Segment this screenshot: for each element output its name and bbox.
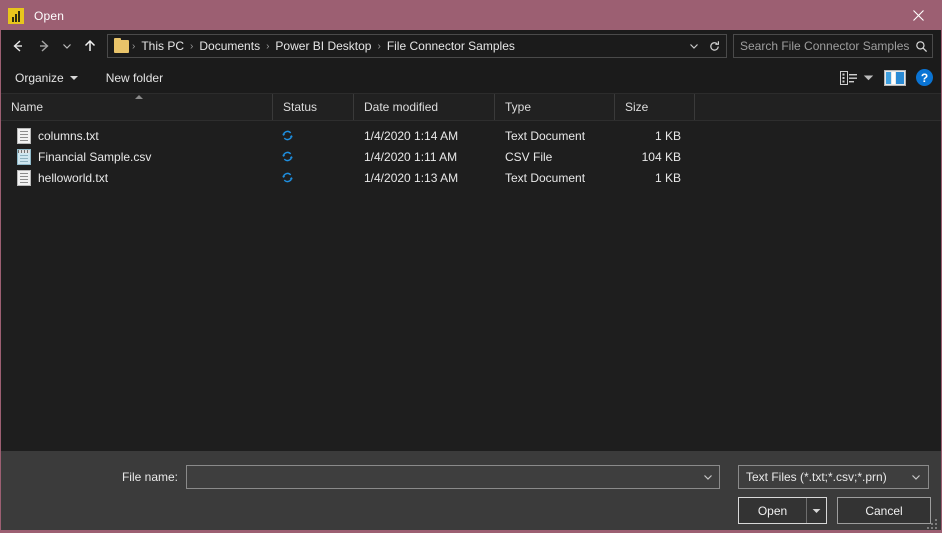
breadcrumb-item-file-connector-samples[interactable]: File Connector Samples xyxy=(382,35,520,57)
file-type-filter-select[interactable]: Text Files (*.txt;*.csv;*.prn) xyxy=(738,465,929,489)
dialog-footer: File name: Text Files (*.txt;*.csv;*.prn… xyxy=(1,451,941,532)
close-icon[interactable] xyxy=(895,1,941,30)
preview-pane-icon xyxy=(884,69,906,86)
open-dropdown-button[interactable] xyxy=(806,498,826,523)
view-options-button[interactable] xyxy=(840,70,874,85)
column-header-filler xyxy=(695,94,941,120)
column-header-name[interactable]: Name xyxy=(1,94,273,120)
csv-file-icon xyxy=(17,148,31,165)
help-button[interactable]: ? xyxy=(916,69,933,86)
preview-pane-button[interactable] xyxy=(884,69,906,86)
view-options-icon xyxy=(840,70,857,85)
new-folder-button[interactable]: New folder xyxy=(106,66,173,90)
sort-ascending-icon xyxy=(135,95,143,99)
up-arrow-icon[interactable] xyxy=(77,33,103,59)
file-type-cell: Text Document xyxy=(505,128,586,143)
text-file-icon xyxy=(17,127,31,144)
open-button[interactable]: Open xyxy=(738,497,827,524)
table-row[interactable]: columns.txt 1/4/2020 1:14 AM Text Docume… xyxy=(1,125,941,146)
column-header-date-modified[interactable]: Date modified xyxy=(354,94,495,120)
refresh-icon[interactable] xyxy=(704,35,724,57)
cancel-button[interactable]: Cancel xyxy=(837,497,931,524)
window-bottom-border xyxy=(1,530,941,532)
file-name-cell[interactable]: helloworld.txt xyxy=(1,169,273,186)
file-name-label: helloworld.txt xyxy=(38,170,109,185)
search-icon[interactable] xyxy=(915,40,928,53)
file-name-label: Financial Sample.csv xyxy=(38,149,152,164)
column-header-label: Size xyxy=(625,100,649,114)
recent-locations-chevron-icon[interactable] xyxy=(57,33,77,59)
column-header-type[interactable]: Type xyxy=(495,94,615,120)
chevron-down-icon xyxy=(69,75,78,80)
breadcrumb-item-power-bi-desktop[interactable]: Power BI Desktop xyxy=(270,35,376,57)
file-date-cell: 1/4/2020 1:14 AM xyxy=(364,128,459,143)
resize-grip[interactable] xyxy=(927,519,937,529)
table-row[interactable]: Financial Sample.csv 1/4/2020 1:11 AM CS… xyxy=(1,146,941,167)
file-name-cell[interactable]: Financial Sample.csv xyxy=(1,148,273,165)
back-arrow-icon[interactable] xyxy=(5,33,31,59)
file-size-cell: 104 KB xyxy=(641,149,681,164)
file-type-cell: CSV File xyxy=(505,149,553,164)
window-title: Open xyxy=(34,8,65,23)
column-header-label: Date modified xyxy=(364,100,439,114)
chevron-down-icon[interactable] xyxy=(910,471,925,483)
onedrive-sync-icon xyxy=(281,129,294,142)
file-size-cell: 1 KB xyxy=(654,170,681,185)
onedrive-sync-icon xyxy=(281,150,294,163)
chevron-down-icon xyxy=(812,508,821,513)
file-name-label: File name: xyxy=(121,470,178,484)
column-header-label: Status xyxy=(283,100,318,114)
cancel-button-label: Cancel xyxy=(865,503,903,518)
breadcrumb-item-this-pc[interactable]: This PC xyxy=(136,35,189,57)
file-status-cell xyxy=(273,129,354,142)
organize-label: Organize xyxy=(15,70,64,85)
title-bar: Open xyxy=(1,1,941,30)
column-header-size[interactable]: Size xyxy=(615,94,695,120)
new-folder-label: New folder xyxy=(105,70,164,85)
file-name-label: columns.txt xyxy=(38,128,99,143)
file-type-cell: Text Document xyxy=(505,170,586,185)
onedrive-sync-icon xyxy=(281,171,294,184)
file-list[interactable]: columns.txt 1/4/2020 1:14 AM Text Docume… xyxy=(1,121,941,451)
column-headers: Name Status Date modified Type Size xyxy=(1,94,941,121)
chevron-down-icon[interactable] xyxy=(684,35,704,57)
command-bar: Organize New folder ? xyxy=(1,62,941,94)
search-input[interactable]: Search File Connector Samples xyxy=(740,39,915,53)
file-type-filter-value: Text Files (*.txt;*.csv;*.prn) xyxy=(746,470,887,484)
navigation-bar: › This PC › Documents › Power BI Desktop… xyxy=(1,30,941,62)
forward-arrow-icon[interactable] xyxy=(31,33,57,59)
file-date-cell: 1/4/2020 1:11 AM xyxy=(364,149,458,164)
power-bi-icon xyxy=(8,7,24,24)
column-header-label: Name xyxy=(11,100,44,114)
organize-button[interactable]: Organize xyxy=(15,66,88,90)
folder-icon xyxy=(114,37,129,53)
column-header-label: Type xyxy=(505,100,532,114)
chevron-down-icon xyxy=(863,75,874,80)
open-button-label: Open xyxy=(757,503,788,518)
breadcrumb-item-documents[interactable]: Documents xyxy=(194,35,265,57)
file-status-cell xyxy=(273,171,354,184)
file-status-cell xyxy=(273,150,354,163)
chevron-down-icon[interactable] xyxy=(702,471,717,483)
file-size-cell: 1 KB xyxy=(654,128,681,143)
table-row[interactable]: helloworld.txt 1/4/2020 1:13 AM Text Doc… xyxy=(1,167,941,188)
file-date-cell: 1/4/2020 1:13 AM xyxy=(364,170,459,185)
address-bar[interactable]: › This PC › Documents › Power BI Desktop… xyxy=(107,34,727,58)
text-file-icon xyxy=(17,169,31,186)
open-file-dialog: Open › This PC › Documents › Power BI De… xyxy=(0,0,942,533)
search-box[interactable]: Search File Connector Samples xyxy=(733,34,933,58)
file-name-cell[interactable]: columns.txt xyxy=(1,127,273,144)
file-name-input[interactable] xyxy=(186,465,720,489)
column-header-status[interactable]: Status xyxy=(273,94,354,120)
